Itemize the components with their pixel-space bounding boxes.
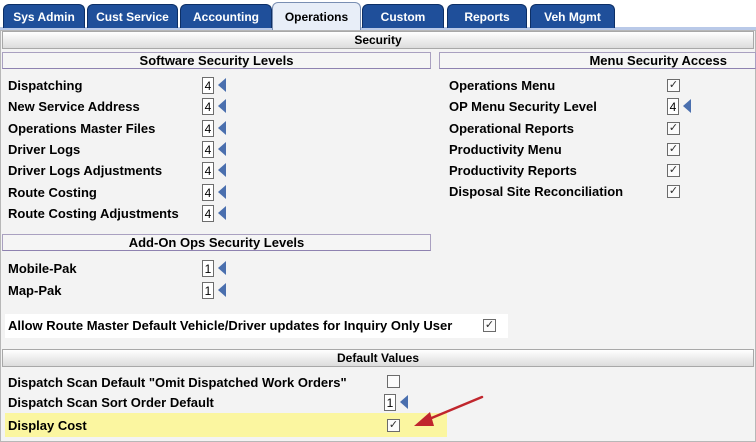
addon-security-header: Add-On Ops Security Levels (2, 234, 431, 251)
addon-input-mobile-pak[interactable]: 1 (202, 260, 214, 277)
level-label-driver-logs: Driver Logs (8, 142, 81, 157)
menu-label-disposal-site-reconciliation: Disposal Site Reconciliation (449, 184, 624, 199)
display-cost-checkbox[interactable]: ✓ (387, 419, 400, 432)
check-icon: ✓ (668, 122, 679, 134)
menu-security-header: Menu Security Access (439, 52, 756, 69)
check-icon: ✓ (668, 79, 679, 91)
level-arrow-icon[interactable] (218, 142, 226, 156)
sort-order-label: Dispatch Scan Sort Order Default (8, 395, 214, 410)
menu-label-operations-menu: Operations Menu (449, 78, 556, 93)
sort-order-input[interactable]: 1 (384, 394, 396, 411)
level-input-route-costing-adjustments[interactable]: 4 (202, 205, 214, 222)
omit-dispatched-checkbox[interactable] (387, 375, 400, 388)
level-arrow-icon[interactable] (218, 283, 226, 297)
check-icon: ✓ (388, 419, 399, 431)
security-header: Security (2, 31, 754, 49)
level-arrow-icon[interactable] (218, 163, 226, 177)
level-label-route-costing-adjustments: Route Costing Adjustments (8, 206, 179, 221)
productivity-reports-checkbox[interactable]: ✓ (667, 164, 680, 177)
tab-sys-admin[interactable]: Sys Admin (3, 4, 85, 28)
level-input-new-service-address[interactable]: 4 (202, 98, 214, 115)
level-input-driver-logs-adjustments[interactable]: 4 (202, 162, 214, 179)
level-arrow-icon[interactable] (218, 261, 226, 275)
disposal-site-reconciliation-checkbox[interactable]: ✓ (667, 185, 680, 198)
level-input-driver-logs[interactable]: 4 (202, 141, 214, 158)
addon-label-mobile-pak: Mobile-Pak (8, 261, 77, 276)
level-label-driver-logs-adjustments: Driver Logs Adjustments (8, 163, 163, 178)
addon-label-map-pak: Map-Pak (8, 283, 62, 298)
level-arrow-icon[interactable] (218, 78, 226, 92)
allow-route-master-checkbox[interactable]: ✓ (483, 319, 496, 332)
level-label-dispatching: Dispatching (8, 78, 83, 93)
omit-dispatched-label: Dispatch Scan Default "Omit Dispatched W… (8, 375, 347, 390)
tab-veh-mgmt[interactable]: Veh Mgmt (530, 4, 615, 28)
tab-bar: Sys Admin Cust Service Accounting Operat… (0, 0, 756, 30)
level-label-operations-master-files: Operations Master Files (8, 121, 156, 136)
level-arrow-icon[interactable] (683, 99, 691, 113)
operational-reports-checkbox[interactable]: ✓ (667, 122, 680, 135)
level-label-new-service-address: New Service Address (8, 99, 140, 114)
check-icon: ✓ (484, 319, 495, 331)
level-input-dispatching[interactable]: 4 (202, 77, 214, 94)
menu-label-op-menu-security-level: OP Menu Security Level (449, 99, 597, 114)
tab-custom[interactable]: Custom (362, 4, 444, 28)
default-values-header: Default Values (2, 349, 754, 367)
check-icon: ✓ (668, 185, 679, 197)
level-arrow-icon[interactable] (218, 121, 226, 135)
tab-accounting[interactable]: Accounting (180, 4, 272, 28)
menu-label-productivity-menu: Productivity Menu (449, 142, 562, 157)
addon-input-map-pak[interactable]: 1 (202, 282, 214, 299)
level-input-route-costing[interactable]: 4 (202, 184, 214, 201)
tab-cust-service[interactable]: Cust Service (87, 4, 178, 28)
software-security-header: Software Security Levels (2, 52, 431, 69)
red-arrow-icon (414, 395, 484, 426)
productivity-menu-checkbox[interactable]: ✓ (667, 143, 680, 156)
op-menu-security-level-input[interactable]: 4 (667, 98, 679, 115)
check-icon: ✓ (668, 164, 679, 176)
allow-route-master-label: Allow Route Master Default Vehicle/Drive… (8, 318, 453, 333)
level-arrow-icon[interactable] (218, 206, 226, 220)
menu-label-productivity-reports: Productivity Reports (449, 163, 577, 178)
level-arrow-icon[interactable] (218, 185, 226, 199)
level-label-route-costing: Route Costing (8, 185, 97, 200)
check-icon: ✓ (668, 143, 679, 155)
menu-label-operational-reports: Operational Reports (449, 121, 574, 136)
level-input-operations-master-files[interactable]: 4 (202, 120, 214, 137)
tab-reports[interactable]: Reports (447, 4, 527, 28)
tab-operations[interactable]: Operations (272, 2, 361, 30)
display-cost-label: Display Cost (8, 418, 87, 433)
operations-menu-checkbox[interactable]: ✓ (667, 79, 680, 92)
level-arrow-icon[interactable] (218, 99, 226, 113)
